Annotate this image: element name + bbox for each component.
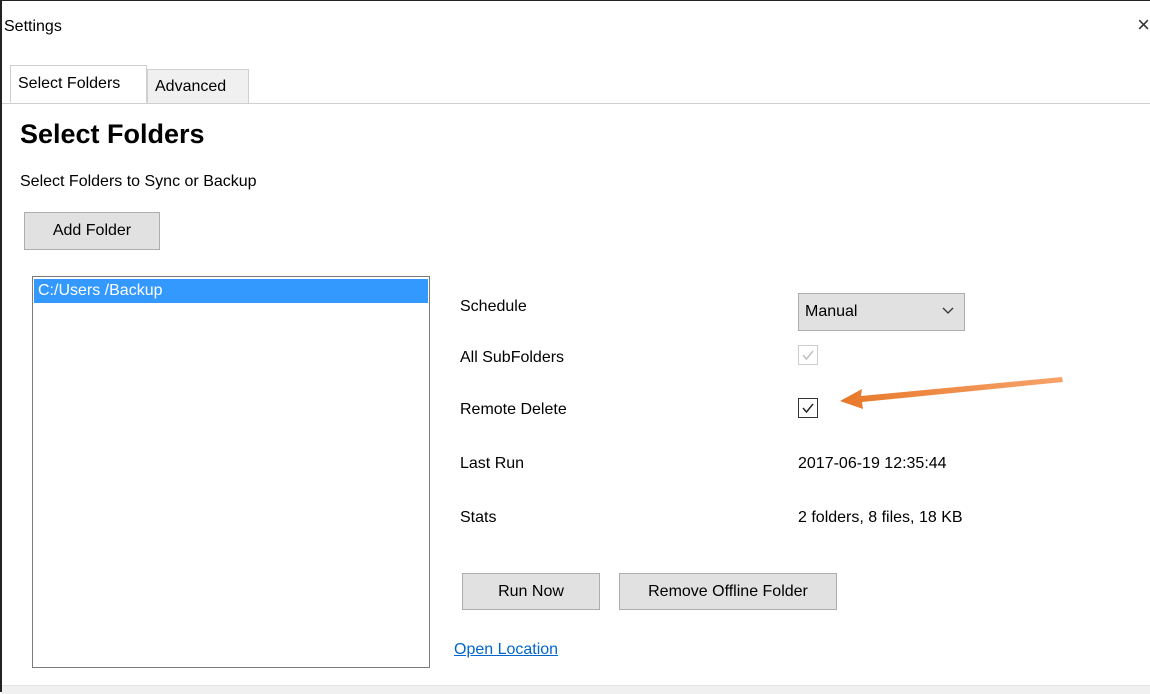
schedule-value: Manual bbox=[805, 303, 858, 320]
stats-label: Stats bbox=[460, 509, 497, 526]
tab-advanced[interactable]: Advanced bbox=[147, 69, 249, 103]
checkmark-icon bbox=[802, 403, 814, 414]
tab-select-folders[interactable]: Select Folders bbox=[10, 65, 147, 103]
annotation-arrow-icon bbox=[840, 377, 1063, 409]
checkmark-icon bbox=[802, 350, 814, 361]
add-folder-button[interactable]: Add Folder bbox=[24, 212, 160, 250]
folder-list[interactable]: C:/Users /Backup bbox=[32, 276, 430, 668]
all-subfolders-label: All SubFolders bbox=[460, 349, 565, 366]
folder-path: C:/Users /Backup bbox=[38, 282, 163, 299]
remove-offline-folder-button[interactable]: Remove Offline Folder bbox=[619, 573, 837, 610]
schedule-label: Schedule bbox=[460, 298, 527, 315]
schedule-dropdown[interactable]: Manual bbox=[798, 293, 965, 331]
remote-delete-checkbox[interactable] bbox=[798, 398, 818, 418]
last-run-value: 2017-06-19 12:35:44 bbox=[798, 455, 947, 472]
window-title: Settings bbox=[4, 18, 62, 35]
tab-strip: Select Folders Advanced bbox=[2, 65, 1150, 104]
last-run-label: Last Run bbox=[460, 455, 525, 472]
all-subfolders-checkbox[interactable] bbox=[798, 345, 818, 365]
remote-delete-label: Remote Delete bbox=[460, 401, 567, 418]
run-now-button[interactable]: Run Now bbox=[462, 573, 600, 610]
page-subtitle: Select Folders to Sync or Backup bbox=[20, 173, 257, 190]
footer-strip bbox=[2, 685, 1150, 694]
stats-value: 2 folders, 8 files, 18 KB bbox=[798, 509, 963, 526]
chevron-down-icon bbox=[942, 303, 954, 315]
close-icon[interactable]: × bbox=[1137, 13, 1150, 37]
folder-list-item[interactable]: C:/Users /Backup bbox=[34, 279, 428, 303]
settings-window: Settings × Select Folders Advanced Selec… bbox=[0, 0, 1150, 694]
open-location-link[interactable]: Open Location bbox=[454, 640, 558, 660]
title-bar: Settings × bbox=[2, 1, 1150, 53]
page-title: Select Folders bbox=[20, 119, 205, 149]
